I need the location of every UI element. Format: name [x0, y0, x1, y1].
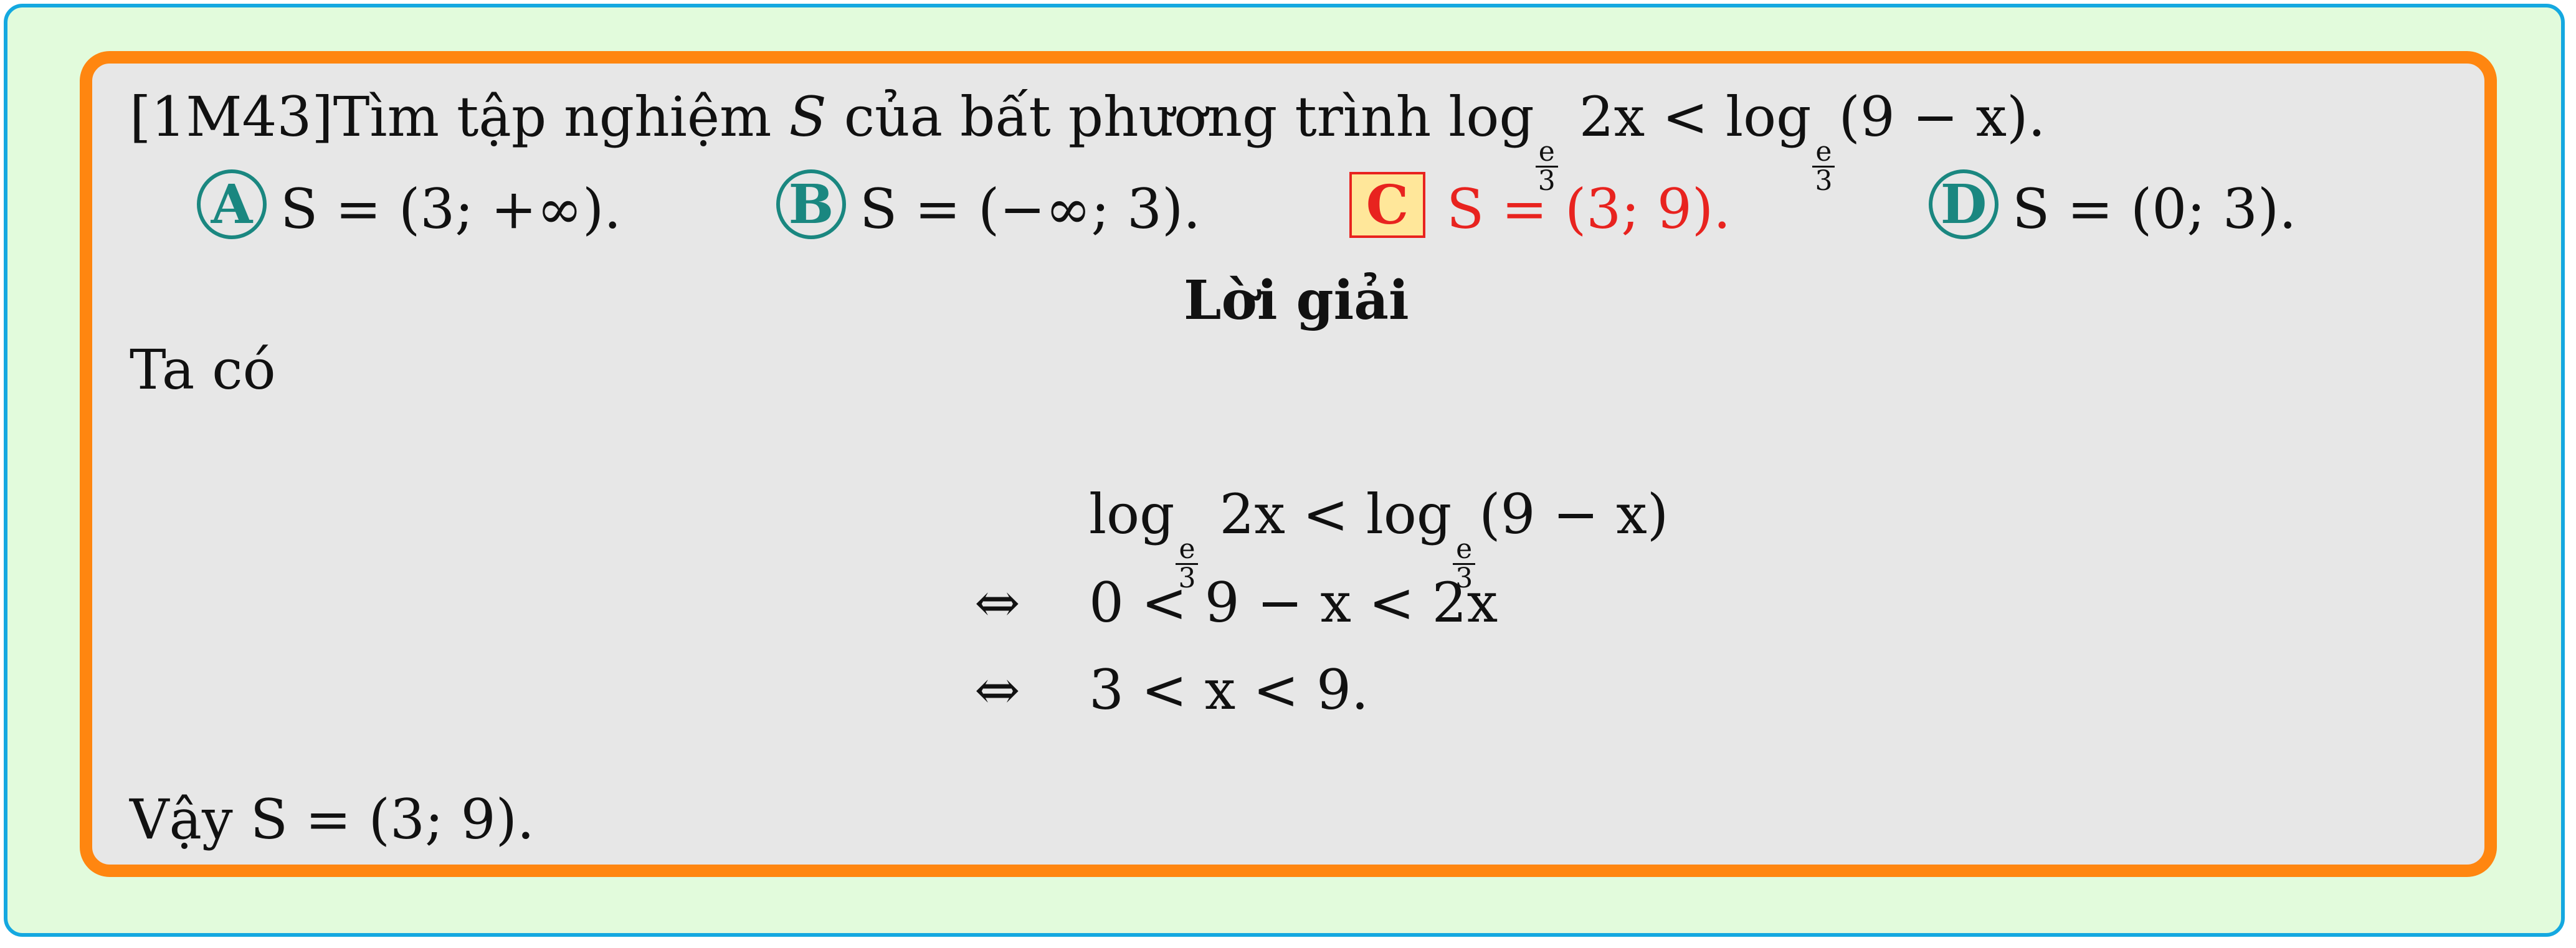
- solution-heading: Lời giải: [1184, 269, 1409, 332]
- log-base-2: e3: [1812, 138, 1835, 195]
- solution-step-3: 3 < x < 9.: [1089, 658, 1369, 722]
- option-a-text[interactable]: S = (3; +∞).: [280, 182, 621, 237]
- option-b-badge[interactable]: B: [776, 169, 846, 239]
- option-d-text[interactable]: S = (0; 3).: [2012, 182, 2296, 237]
- option-b-text[interactable]: S = (−∞; 3).: [860, 182, 1200, 237]
- solution-conclusion: Vậy S = (3; 9).: [130, 787, 535, 851]
- step-2-symbol: ⇔: [974, 571, 1020, 635]
- option-c-text[interactable]: S = (3; 9).: [1447, 182, 1731, 237]
- option-c-badge[interactable]: C: [1349, 172, 1425, 238]
- solution-intro: Ta có: [130, 338, 276, 402]
- question-var: S: [789, 85, 827, 149]
- question-text2: của bất phương trình log: [826, 85, 1534, 149]
- solution-step-2: 0 < 9 − x < 2x: [1089, 571, 1498, 635]
- option-d-badge[interactable]: D: [1929, 169, 1999, 239]
- question-ineq-mid: 2x < log: [1561, 85, 1812, 149]
- question-code: [1M43]: [130, 85, 333, 149]
- step-3-symbol: ⇔: [974, 658, 1020, 722]
- option-a-badge[interactable]: A: [197, 169, 267, 239]
- question-text: Tìm tập nghiệm: [333, 85, 789, 149]
- question-card: [1M43]Tìm tập nghiệm S của bất phương tr…: [80, 51, 2497, 877]
- question-ineq-end: (9 − x).: [1838, 85, 2046, 149]
